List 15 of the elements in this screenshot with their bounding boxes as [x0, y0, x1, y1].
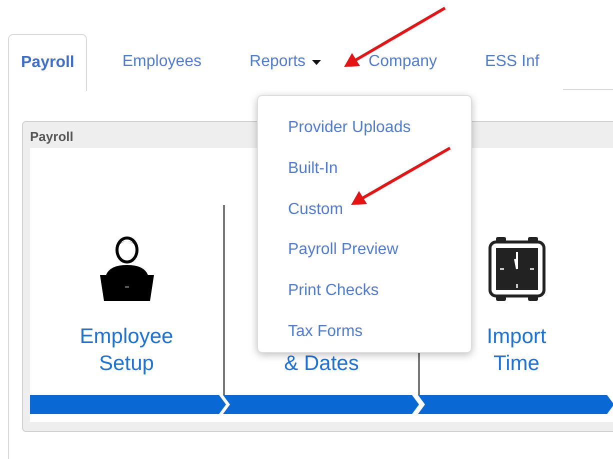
- menu-item[interactable]: Provider Uploads: [288, 108, 411, 149]
- menu-item[interactable]: Print Checks: [288, 270, 379, 312]
- tab[interactable]: Company: [344, 34, 462, 90]
- menu-item[interactable]: Built-In: [288, 148, 338, 190]
- tab[interactable]: Reports: [226, 34, 345, 90]
- step-title[interactable]: & Dates: [266, 350, 376, 377]
- tab[interactable]: Payroll: [8, 34, 88, 91]
- menu-item[interactable]: Tax Forms: [288, 311, 363, 352]
- menu-item[interactable]: Payroll Preview: [288, 230, 398, 271]
- panel-title: Payroll: [30, 129, 74, 144]
- step-title[interactable]: Employee Setup: [72, 323, 182, 377]
- menu-item[interactable]: Custom: [288, 189, 344, 230]
- tab[interactable]: ESS Inf: [461, 34, 564, 90]
- tab[interactable]: Employees: [98, 34, 226, 90]
- person-at-laptop-icon: [100, 235, 154, 301]
